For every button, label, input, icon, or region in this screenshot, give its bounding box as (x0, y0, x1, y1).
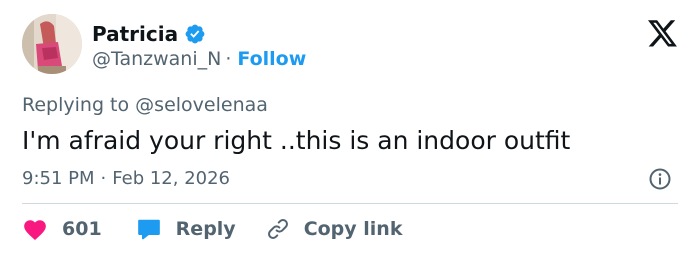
avatar[interactable] (22, 14, 82, 74)
x-logo-icon[interactable] (648, 20, 678, 48)
like-button[interactable]: 601 (22, 214, 102, 244)
heart-icon (22, 217, 48, 241)
handle-row: @Tanzwani_N · Follow (92, 46, 306, 72)
reply-label: Reply (175, 218, 236, 240)
tweet-card: Patricia @Tanzwani_N · Follow Replying to … (0, 0, 700, 256)
copy-link-button[interactable]: Copy link (266, 214, 403, 244)
display-name[interactable]: Patricia (92, 20, 178, 48)
speech-bubble-icon (136, 217, 162, 241)
replying-to-prefix: Replying to (22, 94, 130, 116)
verified-badge-icon (184, 23, 206, 45)
follow-button[interactable]: Follow (237, 48, 306, 70)
copy-link-label: Copy link (303, 218, 403, 240)
tweet-timestamp[interactable]: 9:51 PM · Feb 12, 2026 (22, 166, 230, 192)
divider (22, 203, 678, 204)
action-bar: 601 Reply Copy link (22, 214, 402, 244)
tweet-time: 9:51 PM (22, 168, 95, 189)
reply-mention-link[interactable]: @selovelenaa (135, 94, 268, 116)
reply-button[interactable]: Reply (136, 214, 236, 244)
author-handle[interactable]: @Tanzwani_N (92, 48, 221, 70)
replying-to: Replying to @selovelenaa (22, 92, 268, 118)
avatar-image (22, 14, 82, 74)
info-icon[interactable] (648, 167, 672, 191)
tweet-date: Feb 12, 2026 (112, 168, 231, 189)
link-icon (266, 217, 290, 241)
like-count: 601 (62, 218, 102, 240)
author-name-row: Patricia (92, 20, 206, 48)
timestamp-separator: · (100, 168, 107, 189)
handle-separator: · (225, 48, 232, 70)
tweet-text: I'm afraid your right ..this is an indoo… (22, 126, 571, 155)
